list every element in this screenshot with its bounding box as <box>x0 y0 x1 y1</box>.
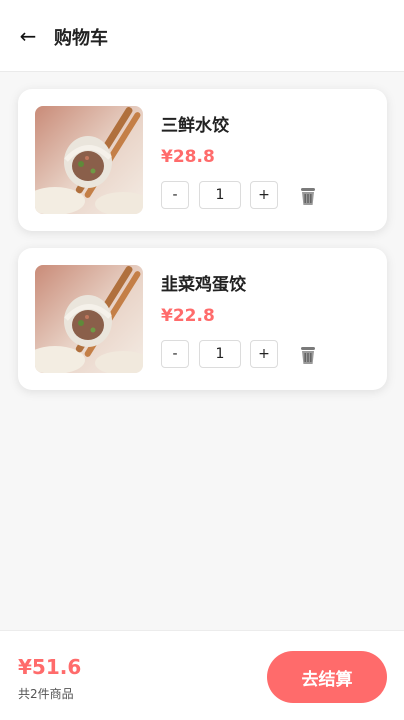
item-name: 韭菜鸡蛋饺 <box>161 275 246 295</box>
item-price: ¥28.8 <box>161 147 215 167</box>
quantity-field[interactable]: 1 <box>199 181 241 209</box>
item-count: 共2件商品 <box>18 687 74 701</box>
increase-quantity-button[interactable]: + <box>250 181 278 209</box>
trash-icon[interactable] <box>299 345 317 365</box>
increase-quantity-button[interactable]: + <box>250 340 278 368</box>
dumpling-photo <box>35 106 143 214</box>
total-price: ¥51.6 <box>18 655 82 679</box>
item-name: 三鲜水饺 <box>161 116 229 136</box>
quantity-field[interactable]: 1 <box>199 340 241 368</box>
item-price: ¥22.8 <box>161 306 215 326</box>
trash-icon[interactable] <box>299 186 317 206</box>
cart-list: 三鲜水饺 ¥28.8 - 1 + 韭菜鸡蛋饺 ¥22.8 - 1 + <box>0 72 404 630</box>
decrease-quantity-button[interactable]: - <box>161 340 189 368</box>
cart-item: 韭菜鸡蛋饺 ¥22.8 - 1 + <box>18 248 387 390</box>
checkout-button[interactable]: 去结算 <box>267 651 387 703</box>
dumpling-photo <box>35 265 143 373</box>
arrow-left-icon: ← <box>19 24 37 48</box>
decrease-quantity-button[interactable]: - <box>161 181 189 209</box>
page-title: 购物车 <box>54 28 108 49</box>
header-bar: ← 购物车 <box>0 0 404 72</box>
cart-item: 三鲜水饺 ¥28.8 - 1 + <box>18 89 387 231</box>
checkout-bar: ¥51.6 共2件商品 去结算 <box>0 630 404 720</box>
back-button[interactable]: ← <box>14 22 42 50</box>
